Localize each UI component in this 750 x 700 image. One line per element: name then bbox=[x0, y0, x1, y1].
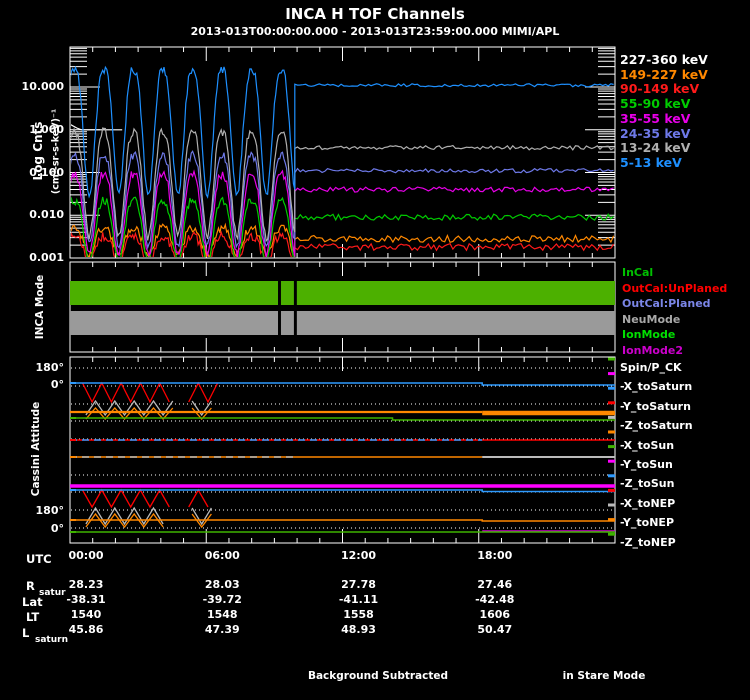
gray-mode-bar bbox=[70, 311, 279, 335]
attitude-panel-title: Cassini Attitude bbox=[30, 401, 42, 497]
green-mode-bar bbox=[70, 281, 279, 305]
footer-background-subtracted: Background Subtracted bbox=[307, 670, 449, 682]
page-title: INCA H TOF Channels bbox=[285, 5, 465, 23]
footer-stare-mode: in Stare Mode bbox=[562, 670, 646, 682]
green-mode-bar bbox=[280, 281, 294, 305]
tof-y-axis-title: Log Cnts bbox=[31, 121, 45, 181]
green-mode-bar bbox=[296, 281, 615, 305]
series-5-13-keV bbox=[71, 65, 614, 199]
gray-mode-bar bbox=[280, 311, 294, 335]
page-subtitle: 2013-013T00:00:00.000 - 2013-013T23:59:0… bbox=[190, 25, 560, 38]
plot-canvas bbox=[69, 46, 616, 544]
tof-y-axis-units: (cm²-sr-s-keV)⁻¹ bbox=[50, 108, 62, 195]
gray-mode-bar bbox=[296, 311, 615, 335]
mode-panel-title: INCA Mode bbox=[34, 274, 46, 340]
inca-tof-plot-window: 10.000 1.000 0.100 0.010 0.001 180° 0° 180° 0° 22… bbox=[0, 0, 750, 700]
